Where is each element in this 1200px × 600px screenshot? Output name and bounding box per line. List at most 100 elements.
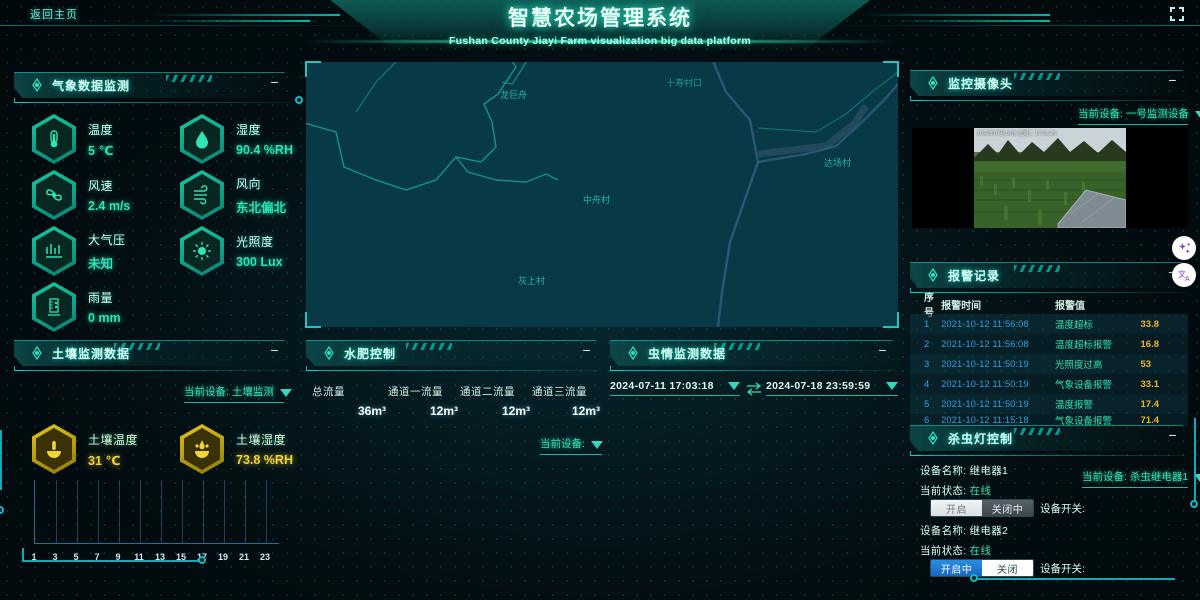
table-row[interactable]: 1 2021-10-12 11:56:08 温度超标 33.8 (910, 314, 1188, 334)
map-label: 中舟村 (583, 195, 611, 205)
ai-sparkle-icon[interactable] (1172, 236, 1196, 260)
chevron-down-icon (728, 382, 740, 390)
flow-value: 12m³ (429, 404, 458, 418)
relay-1-switch[interactable]: 开启 关闭中 (930, 499, 1034, 517)
table-row[interactable]: 3 2021-10-12 11:50:19 光照度过高 53 (910, 354, 1188, 374)
pest-minimize-button[interactable]: − (877, 343, 888, 357)
title-block: 智慧农场管理系统 Fushan County Jiayi Farm visual… (0, 2, 1200, 47)
lamp-device-select[interactable]: 当前设备: 杀虫继电器1 (1082, 469, 1200, 488)
diamond-icon (30, 345, 44, 361)
camera-video-frame[interactable]: 2024年07月16日 星期二 17:03:25 (974, 128, 1126, 228)
camera-minimize-button[interactable]: − (1167, 73, 1178, 87)
camera-panel: 监控摄像头 − 当前设备: 一号监测设备 2024年07月16日 星期二 17:… (910, 70, 1200, 250)
cell-index: 2 (924, 338, 930, 350)
chart-plot-area (34, 480, 279, 544)
map-label: 达场村 (824, 158, 852, 168)
app-header: 智慧农场管理系统 Fushan County Jiayi Farm visual… (0, 0, 1200, 54)
cell-time: 2021-10-12 11:56:08 (941, 338, 1029, 350)
cell-alarm-value: 53 (1140, 358, 1152, 370)
diamond-icon (926, 75, 940, 91)
cell-time: 2021-10-12 11:50:19 (941, 398, 1029, 410)
metric-value: 东北偏北 (236, 200, 287, 215)
metric-illuminance: 光照度 300 Lux (180, 226, 283, 276)
page-title: 智慧农场管理系统 (508, 7, 692, 30)
fullscreen-icon[interactable] (1168, 5, 1186, 23)
map-canvas[interactable]: 龙巨舟 中舟村 灰上村 达场村 十寿村口 (306, 62, 898, 327)
metric-value: 73.8 %RH (236, 453, 293, 467)
metric-value: 2.4 m/s (88, 199, 131, 213)
cell-alarm-value: 17.4 (1140, 398, 1160, 410)
decor-node (0, 506, 4, 514)
relay-2-off-option[interactable]: 关闭 (982, 560, 1033, 576)
soil-device-select[interactable]: 当前设备: 土壤监测 (184, 384, 292, 403)
metric-soil-moisture: 土壤湿度 73.8 %RH (180, 424, 293, 474)
lamp-minimize-button[interactable]: − (1167, 428, 1178, 442)
pressure-icon (32, 226, 76, 276)
chart-x-tick: 19 (217, 552, 229, 562)
relay-2-status-value: 在线 (969, 545, 992, 557)
diamond-icon (322, 345, 336, 361)
relay-1-status-label: 当前状态: (920, 485, 967, 497)
soil-moisture-icon (180, 424, 224, 474)
lamp-panel-title: 杀虫灯控制 (948, 432, 1014, 446)
chart-x-tick: 21 (238, 552, 250, 562)
relay-2-switch-label: 设备开关: (1040, 563, 1085, 575)
camera-panel-header: 监控摄像头 − (910, 70, 1188, 101)
soil-panel-title: 土壤监测数据 (52, 347, 131, 361)
flow-label: 通道三流量 (532, 386, 587, 398)
wind-direction-icon (180, 170, 224, 220)
table-row[interactable]: 4 2021-10-12 11:50:19 气象设备报警 33.1 (910, 374, 1188, 394)
alarm-panel-header: 报警记录 − (910, 262, 1188, 293)
home-link[interactable]: 返回主页 (30, 6, 78, 22)
page-subtitle: Fushan County Jiayi Farm visualization b… (448, 35, 752, 47)
relay-1-off-option[interactable]: 关闭中 (982, 500, 1033, 516)
metric-label: 光照度 (236, 235, 274, 249)
decor-node (295, 96, 303, 104)
metric-value: 0 mm (88, 311, 121, 325)
alarm-panel-title: 报警记录 (948, 269, 1001, 283)
cell-alarm-name: 温度超标报警 (1055, 340, 1113, 351)
thermometer-icon (32, 114, 76, 164)
water-device-select[interactable]: 当前设备: (540, 436, 603, 455)
date-end-input[interactable]: 2024-07-18 23:59:59 (766, 380, 898, 396)
pest-lamp-panel: 杀虫灯控制 − 当前设备: 杀虫继电器1 设备名称: 继电器1 当前状态: 在线… (910, 425, 1200, 590)
water-drop-icon (180, 114, 224, 164)
cell-index: 6 (924, 414, 930, 426)
lamp-device-select-label: 当前设备: 杀虫继电器1 (1082, 471, 1189, 483)
flow-channel-2: 通道二流量 12m³ (460, 384, 532, 418)
table-row[interactable]: 5 2021-10-12 11:50:19 温度报警 17.4 (910, 394, 1188, 414)
map-label: 十寿村口 (666, 78, 703, 88)
date-start-input[interactable]: 2024-07-11 17:03:18 (610, 380, 740, 396)
metric-label: 大气压 (88, 232, 126, 247)
decor-node (198, 556, 206, 564)
metric-label: 湿度 (236, 123, 262, 137)
camera-video-player[interactable]: 2024年07月16日 星期二 17:03:25 (912, 128, 1188, 228)
weather-minimize-button[interactable]: − (269, 75, 280, 89)
chevron-down-icon (886, 382, 898, 390)
relay-1-name: 设备名称: 继电器1 (920, 465, 1009, 477)
soil-panel: 土壤监测数据 − 当前设备: 土壤监测 土壤温度 31 ℃ 土壤湿度 73.8 … (14, 340, 293, 590)
camera-device-select[interactable]: 当前设备: 一号监测设备 (1078, 106, 1200, 125)
relay-1-switch-label: 设备开关: (1040, 503, 1085, 515)
flow-metrics: 总流量 36m³ 通道一流量 12m³ 通道二流量 12m³ 通道三流量 12m… (312, 384, 602, 418)
soil-history-chart[interactable]: 1 3 5 7 9 11 13 15 17 19 21 23 (31, 480, 279, 562)
table-row[interactable]: 2 2021-10-12 11:56:08 温度超标报警 16.8 (910, 334, 1188, 354)
pest-monitor-panel: 虫情监测数据 − 2024-07-11 17:03:18 2024-07-18 … (610, 340, 898, 460)
flow-total: 总流量 36m³ (312, 384, 388, 418)
farm-map[interactable]: 龙巨舟 中舟村 灰上村 达场村 十寿村口 (305, 61, 899, 328)
weather-panel-title: 气象数据监测 (52, 79, 131, 93)
column-header-time: 报警时间 (941, 300, 982, 312)
metric-rainfall: 雨量 0 mm (32, 282, 121, 332)
relay-2-name: 设备名称: 继电器2 (920, 525, 1009, 537)
metric-label: 风速 (88, 179, 114, 193)
translate-icon[interactable]: 文 A (1172, 263, 1196, 287)
metric-label: 土壤温度 (88, 432, 139, 447)
relay-1-on-option[interactable]: 开启 (931, 500, 982, 516)
swap-arrows-icon (746, 382, 762, 399)
dashboard-root: 智慧农场管理系统 Fushan County Jiayi Farm visual… (0, 0, 1200, 600)
water-minimize-button[interactable]: − (581, 343, 592, 357)
relay-2-switch[interactable]: 开启中 关闭 (930, 559, 1034, 577)
alarm-table: 序号 报警时间 报警值 1 2021-10-12 11:56:08 温度超标 3… (910, 293, 1188, 426)
soil-minimize-button[interactable]: − (269, 343, 280, 357)
flow-value: 36m³ (357, 404, 386, 418)
